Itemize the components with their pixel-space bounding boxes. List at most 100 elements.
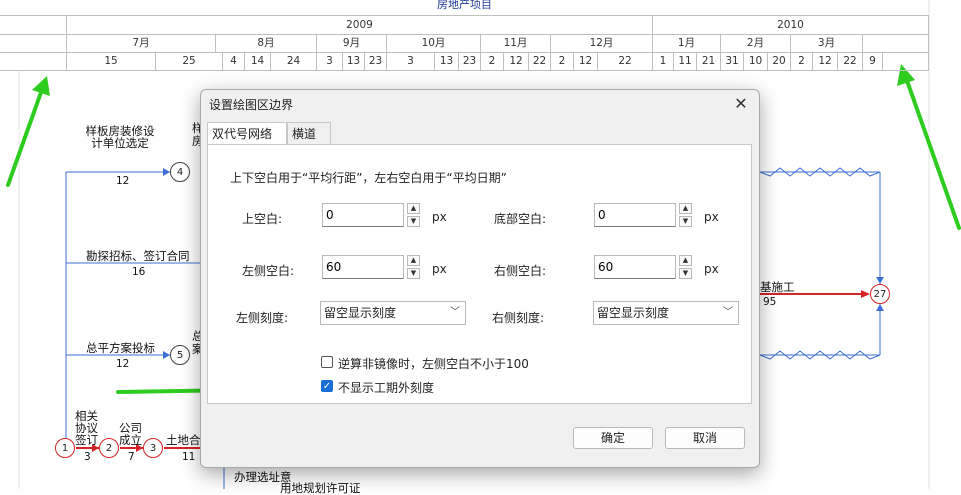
plot-area-boundary-dialog: 设置绘图区边界 ✕ 双代号网络图 横道图 上下空白用于“平均行距”，左右空白用于… bbox=[200, 89, 760, 468]
activity-label: 公司成立 bbox=[119, 421, 142, 447]
month-cell: 3月 bbox=[790, 34, 862, 52]
day-cell: 20 bbox=[767, 52, 790, 70]
cancel-button[interactable]: 取消 bbox=[665, 427, 745, 449]
left-scale-value: 留空显示刻度 bbox=[324, 306, 397, 320]
activity-label: 基施工 bbox=[760, 280, 795, 294]
right-scale-label: 右侧刻度: bbox=[492, 311, 545, 325]
spin-down-icon[interactable]: ▼ bbox=[407, 216, 420, 227]
bottom-margin-spinner: ▲ ▼ bbox=[594, 203, 692, 229]
chevron-down-icon: ﹀ bbox=[723, 307, 733, 318]
bottom-margin-input[interactable] bbox=[594, 203, 676, 227]
day-cell: 22 bbox=[837, 52, 862, 70]
day-cell: 21 bbox=[696, 52, 720, 70]
day-cell: 2 bbox=[790, 52, 812, 70]
day-cell: 25 bbox=[155, 52, 222, 70]
checkbox-label: 逆算非镜像时，左侧空白不小于100 bbox=[338, 357, 529, 371]
day-cell: 9 bbox=[862, 52, 882, 70]
right-scale-select[interactable]: 留空显示刻度 ﹀ bbox=[593, 301, 739, 325]
year-cell: 2009 bbox=[66, 16, 652, 34]
day-cell: 1 bbox=[652, 52, 673, 70]
unit-label: px bbox=[704, 210, 719, 224]
tab-double-code-network[interactable]: 双代号网络图 bbox=[207, 122, 287, 163]
month-cell bbox=[862, 34, 929, 52]
checkmark-icon: ✓ bbox=[321, 380, 333, 392]
right-scale-value: 留空显示刻度 bbox=[597, 306, 670, 320]
unit-label: px bbox=[432, 262, 447, 276]
spin-up-icon[interactable]: ▲ bbox=[407, 255, 420, 266]
month-cell: 10月 bbox=[386, 34, 480, 52]
reverse-nonmirror-checkbox[interactable]: 逆算非镜像时，左侧空白不小于100 bbox=[321, 355, 551, 371]
top-margin-spinner: ▲ ▼ bbox=[322, 203, 420, 229]
network-node[interactable]: 5 bbox=[170, 345, 190, 365]
timeline-day-row: 15 25 4 14 24 3 13 23 3 13 23 2 12 22 2 12 22 1 11 21 31 10 20… bbox=[0, 52, 929, 71]
day-cell: 12 bbox=[573, 52, 597, 70]
month-cell: 7月 bbox=[66, 34, 215, 52]
spin-down-icon[interactable]: ▼ bbox=[679, 216, 692, 227]
month-cell: 1月 bbox=[652, 34, 720, 52]
activity-label: 土地合 bbox=[166, 433, 201, 447]
day-cell: 15 bbox=[66, 52, 155, 70]
hide-out-of-duration-scale-checkbox[interactable]: ✓ 不显示工期外刻度 bbox=[321, 379, 451, 395]
left-margin-input[interactable] bbox=[322, 255, 404, 279]
spin-up-icon[interactable]: ▲ bbox=[407, 203, 420, 214]
activity-duration: 16 bbox=[132, 266, 146, 278]
left-margin-label: 左侧空白: bbox=[242, 264, 295, 278]
right-margin-spinner: ▲ ▼ bbox=[594, 255, 692, 281]
left-scale-select[interactable]: 留空显示刻度 ﹀ bbox=[320, 301, 466, 325]
day-cell bbox=[882, 52, 929, 70]
timeline-year-row: 2009 2010 bbox=[0, 15, 929, 35]
day-cell: 14 bbox=[244, 52, 270, 70]
network-node[interactable]: 3 bbox=[143, 438, 163, 458]
spin-down-icon[interactable]: ▼ bbox=[407, 268, 420, 279]
activity-duration: 11 bbox=[182, 451, 196, 463]
network-node[interactable]: 4 bbox=[170, 162, 190, 182]
chevron-down-icon: ﹀ bbox=[450, 307, 460, 318]
month-cell: 8月 bbox=[215, 34, 316, 52]
tab-panel: 上下空白用于“平均行距”，左右空白用于“平均日期” 上空白: ▲ ▼ px 底部… bbox=[207, 144, 752, 404]
day-cell: 11 bbox=[673, 52, 696, 70]
year-cell: 2010 bbox=[652, 16, 929, 34]
top-margin-input[interactable] bbox=[322, 203, 404, 227]
timeline-month-row: 7月 8月 9月 10月 11月 12月 1月 2月 3月 bbox=[0, 34, 929, 53]
activity-duration: 12 bbox=[116, 358, 130, 370]
day-cell: 24 bbox=[270, 52, 316, 70]
network-node[interactable]: 27 bbox=[870, 284, 890, 304]
activity-duration: 7 bbox=[128, 451, 135, 463]
network-node[interactable]: 1 bbox=[55, 438, 75, 458]
activity-duration: 95 bbox=[763, 296, 777, 308]
activity-duration: 3 bbox=[84, 451, 91, 463]
close-icon[interactable]: ✕ bbox=[731, 94, 751, 114]
ok-button[interactable]: 确定 bbox=[573, 427, 653, 449]
network-node[interactable]: 2 bbox=[99, 438, 119, 458]
day-cell: 23 bbox=[458, 52, 480, 70]
day-cell: 22 bbox=[528, 52, 550, 70]
day-cell: 4 bbox=[222, 52, 244, 70]
month-cell: 2月 bbox=[720, 34, 790, 52]
spin-up-icon[interactable]: ▲ bbox=[679, 203, 692, 214]
activity-label: 总平方案投标 bbox=[86, 341, 155, 355]
hint-text: 上下空白用于“平均行距”，左右空白用于“平均日期” bbox=[230, 171, 507, 185]
activity-label: 勘探招标、签订合同 bbox=[86, 249, 190, 263]
activity-label: 相关协议签订 bbox=[75, 409, 98, 447]
spin-down-icon[interactable]: ▼ bbox=[679, 268, 692, 279]
spin-up-icon[interactable]: ▲ bbox=[679, 255, 692, 266]
day-cell: 10 bbox=[743, 52, 767, 70]
month-cell: 11月 bbox=[480, 34, 550, 52]
day-cell: 13 bbox=[342, 52, 364, 70]
day-cell: 12 bbox=[503, 52, 528, 70]
unit-label: px bbox=[432, 210, 447, 224]
day-cell: 12 bbox=[812, 52, 837, 70]
unit-label: px bbox=[704, 262, 719, 276]
day-cell: 2 bbox=[550, 52, 573, 70]
checkbox-label: 不显示工期外刻度 bbox=[338, 381, 435, 395]
month-cell: 9月 bbox=[316, 34, 386, 52]
activity-label: 用地规划许可证 bbox=[280, 481, 361, 495]
activity-duration: 12 bbox=[116, 175, 130, 187]
day-cell: 31 bbox=[720, 52, 743, 70]
activity-label: 样板房装修设计单位选定 bbox=[85, 124, 155, 150]
right-margin-input[interactable] bbox=[594, 255, 676, 279]
day-cell: 23 bbox=[364, 52, 386, 70]
day-cell: 3 bbox=[386, 52, 434, 70]
tab-bar-chart[interactable]: 横道图 bbox=[287, 122, 331, 163]
checkbox-box bbox=[321, 356, 333, 368]
